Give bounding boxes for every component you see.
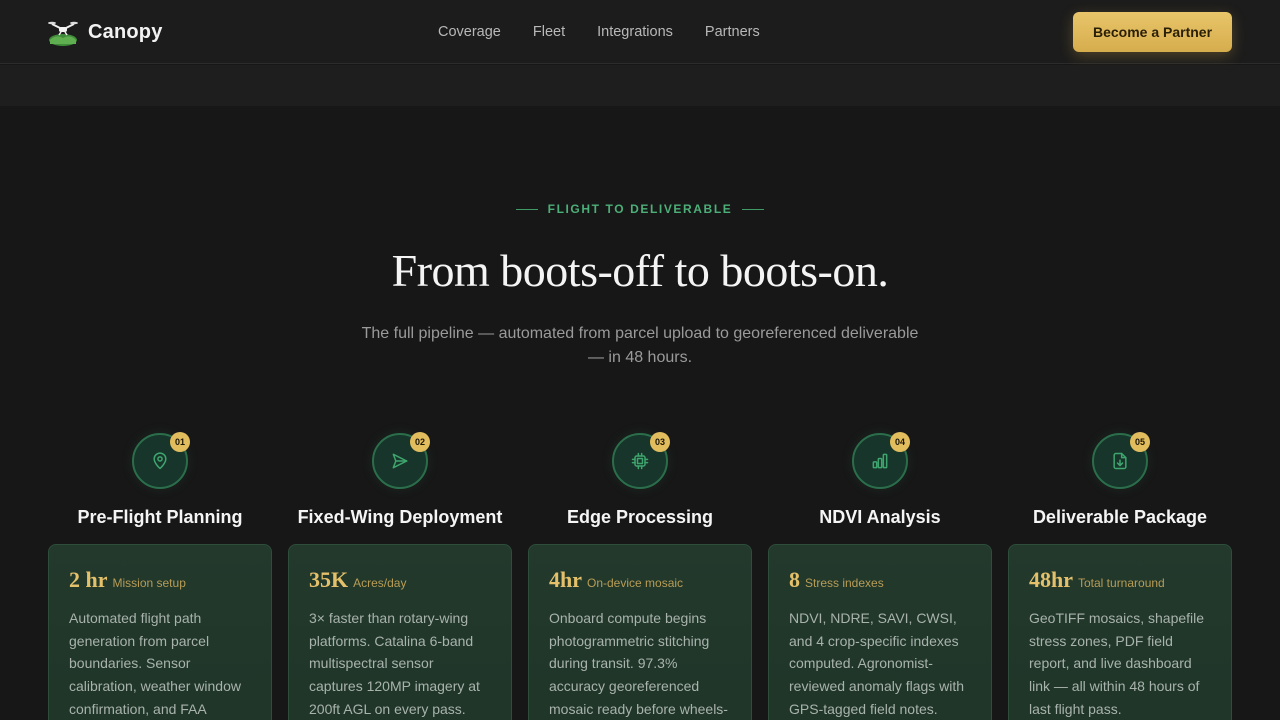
- stat-label: On-device mosaic: [587, 576, 684, 590]
- step-description: 3× faster than rotary-wing platforms. Ca…: [309, 610, 480, 717]
- step-description: Onboard compute begins photogrammetric s…: [549, 610, 728, 717]
- step-title: Pre-Flight Planning: [28, 507, 292, 528]
- step-number-badge: 05: [1130, 432, 1150, 452]
- step-stat: 48hr Total turnaround: [1029, 567, 1211, 593]
- top-nav: Canopy Coverage Fleet Integrations Partn…: [0, 0, 1280, 64]
- step-stat: 2 hr Mission setup: [69, 567, 251, 593]
- step-title: Edge Processing: [508, 507, 772, 528]
- eyebrow-text: FLIGHT TO DELIVERABLE: [547, 202, 733, 216]
- stat-label: Mission setup: [112, 576, 186, 590]
- stat-value: 4hr: [549, 567, 582, 592]
- step-icon-wrap: 01: [132, 432, 190, 489]
- step-icon-wrap: 05: [1092, 432, 1150, 489]
- eyebrow-line-left: [515, 208, 538, 210]
- page-headline: From boots-off to boots-on.: [391, 245, 889, 296]
- stat-label: Stress indexes: [805, 576, 884, 590]
- sub-bar: [0, 65, 1280, 106]
- stat-label: Total turnaround: [1078, 576, 1165, 590]
- step-card: 4hr On-device mosaic Onboard compute beg…: [528, 544, 752, 720]
- stat-value: 2 hr: [69, 567, 108, 592]
- nav-link-coverage[interactable]: Coverage: [438, 24, 501, 40]
- step-description: NDVI, NDRE, SAVI, CWSI, and 4 crop-speci…: [789, 610, 965, 717]
- step-number-badge: 01: [170, 432, 190, 452]
- step-description: GeoTIFF mosaics, shapefile stress zones,…: [1029, 610, 1205, 717]
- step-description: Automated flight path generation from pa…: [69, 610, 241, 717]
- stat-value: 8: [789, 567, 800, 592]
- step-stat: 35K Acres/day: [309, 567, 491, 593]
- step-icon-wrap: 03: [612, 432, 670, 489]
- nav-link-integrations[interactable]: Integrations: [597, 24, 673, 40]
- step-icon-wrap: 04: [852, 432, 910, 489]
- step-stat: 8 Stress indexes: [789, 567, 971, 593]
- drone-logo-icon: [48, 18, 78, 46]
- step-number-badge: 04: [890, 432, 910, 452]
- eyebrow-line-right: [742, 208, 765, 210]
- step-title: NDVI Analysis: [748, 507, 1012, 528]
- brand-name: Canopy: [88, 20, 163, 43]
- step-stat: 4hr On-device mosaic: [549, 567, 731, 593]
- nav-link-fleet[interactable]: Fleet: [533, 24, 565, 40]
- stat-label: Acres/day: [353, 576, 407, 590]
- stat-value: 48hr: [1029, 567, 1073, 592]
- step-number-badge: 03: [650, 432, 670, 452]
- brand[interactable]: Canopy: [48, 18, 163, 46]
- page-subhead: The full pipeline — automated from parce…: [361, 325, 919, 366]
- become-partner-button[interactable]: Become a Partner: [1073, 12, 1232, 52]
- step-card: 8 Stress indexes NDVI, NDRE, SAVI, CWSI,…: [768, 544, 992, 720]
- step-icon-wrap: 02: [372, 432, 430, 489]
- step-card: 2 hr Mission setup Automated flight path…: [48, 544, 272, 720]
- nav-link-partners[interactable]: Partners: [705, 24, 760, 40]
- nav-links: Coverage Fleet Integrations Partners: [438, 0, 792, 64]
- step-title: Deliverable Package: [988, 507, 1252, 528]
- step-card: 35K Acres/day 3× faster than rotary-wing…: [288, 544, 512, 720]
- step-title: Fixed-Wing Deployment: [268, 507, 532, 528]
- section-eyebrow: FLIGHT TO DELIVERABLE: [0, 202, 1280, 216]
- step-card: 48hr Total turnaround GeoTIFF mosaics, s…: [1008, 544, 1232, 720]
- stat-value: 35K: [309, 567, 349, 592]
- step-number-badge: 02: [410, 432, 430, 452]
